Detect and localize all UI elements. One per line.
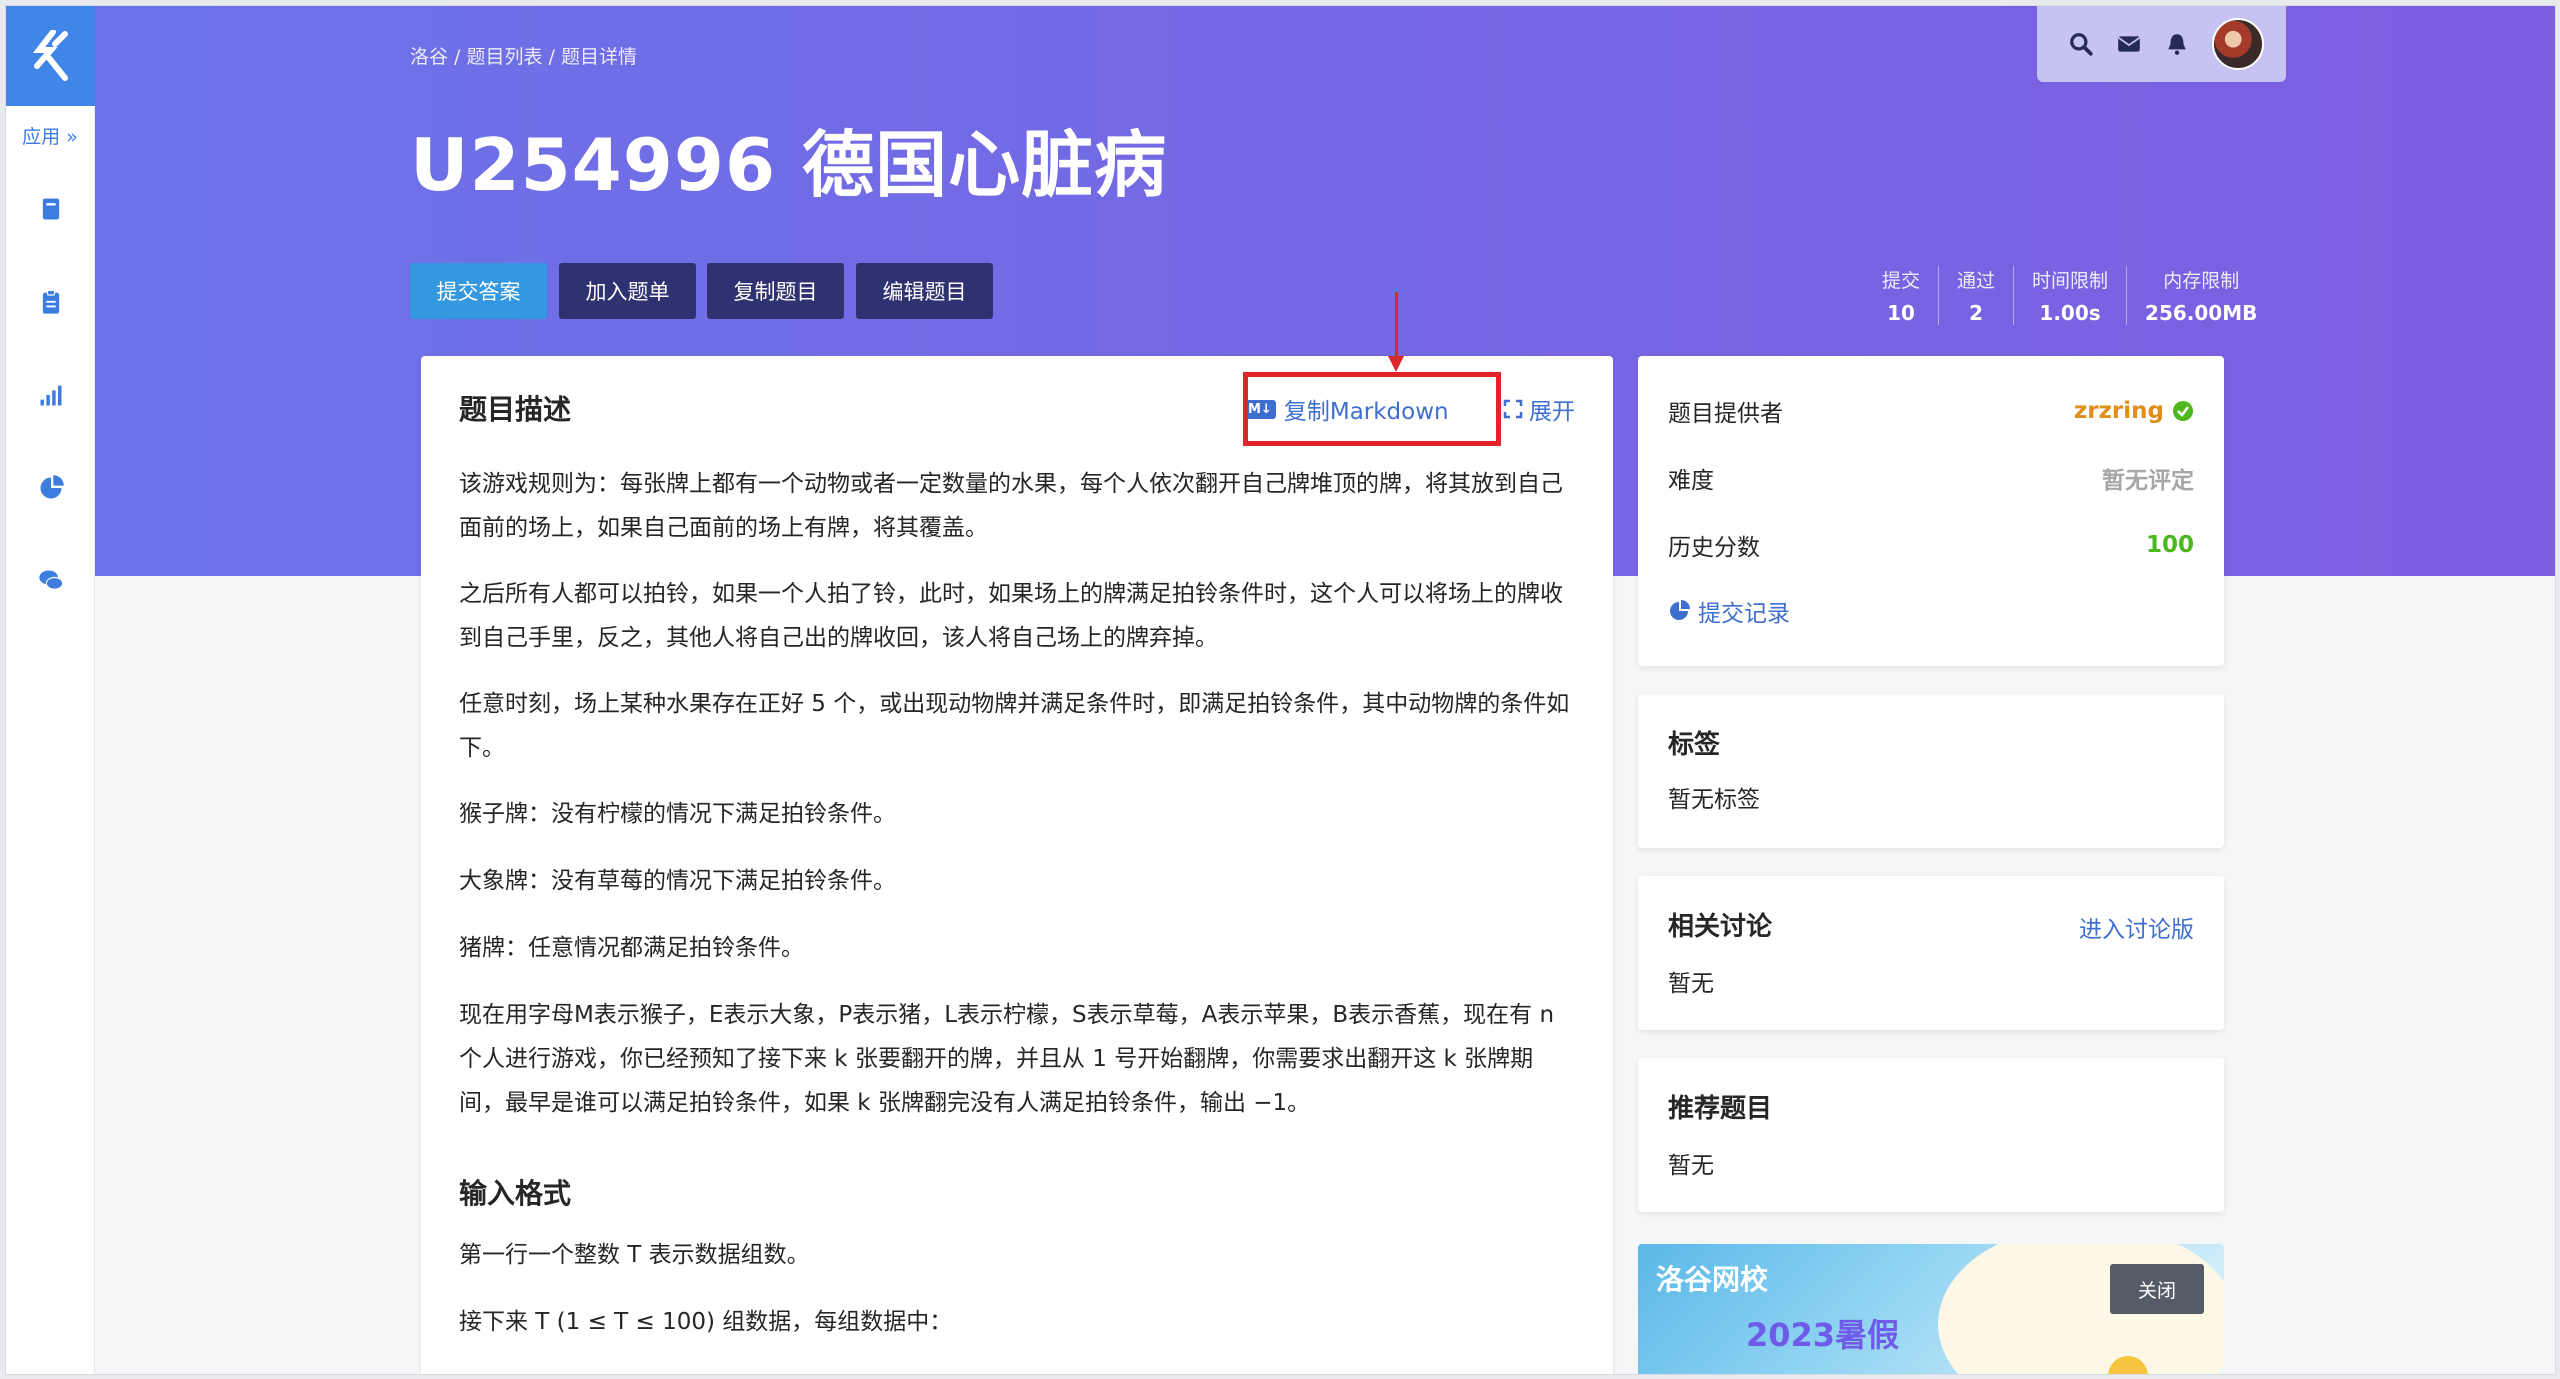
provider-label: 题目提供者 — [1668, 401, 1783, 427]
input-format-heading: 输入格式 — [459, 1177, 572, 1210]
discussion-card: 相关讨论 进入讨论版 暂无 — [1638, 876, 2224, 1030]
recommended-card: 推荐题目 暂无 — [1638, 1058, 2224, 1212]
breadcrumb-home[interactable]: 洛谷 — [410, 46, 448, 68]
breadcrumb-separator: / — [542, 46, 561, 68]
problem-card: 题目描述 M↓ 复制Markdown 展开 该游戏规则为：每张牌上都有一个动物或… — [421, 356, 1613, 1374]
problem-paragraph: 任意时刻，场上某种水果存在正好 5 个，或出现动物牌并满足条件时，即满足拍铃条件… — [459, 691, 1570, 761]
sidebar-item-stats[interactable] — [6, 468, 95, 508]
book-icon — [42, 198, 59, 220]
annotation-arrow-head — [1388, 356, 1404, 372]
browser-frame: 应用 » 洛谷 / 题目列表 / 题目详情 U254996 德国心脏病 提交答案… — [5, 5, 2556, 1375]
recommended-empty-text: 暂无 — [1668, 1153, 1714, 1179]
expand-label: 展开 — [1529, 399, 1575, 425]
stat-label: 提交 — [1882, 270, 1921, 292]
pie-chart-icon — [40, 475, 64, 499]
copy-problem-button[interactable]: 复制题目 — [707, 263, 844, 319]
sidebar-item-ranking[interactable] — [6, 375, 95, 415]
input-paragraph: 第一行一个整数 T 表示数据组数。 — [459, 1242, 810, 1268]
submission-records-link[interactable]: 提交记录 — [1668, 594, 2194, 628]
stat-value: 2 — [1969, 301, 1983, 325]
difficulty-label: 难度 — [1668, 468, 1714, 494]
provider-link[interactable]: zrzring — [2074, 398, 2194, 424]
tags-card: 标签 暂无标签 — [1638, 694, 2224, 848]
sidebar-item-problems[interactable] — [6, 189, 95, 229]
luogu-logo-icon — [32, 30, 68, 81]
enter-discussion-link[interactable]: 进入讨论版 — [2079, 910, 2194, 944]
ad-close-button[interactable]: 关闭 — [2110, 1264, 2204, 1314]
top-toolbar — [2037, 6, 2286, 82]
input-paragraph: 接下来 T (1 ≤ T ≤ 100) 组数据，每组数据中： — [459, 1309, 953, 1335]
problem-description-heading: 题目描述 — [459, 393, 572, 426]
stat-label: 时间限制 — [2032, 270, 2109, 292]
stat-memory-limit: 内存限制 256.00MB — [2126, 266, 2275, 325]
expand-button[interactable]: 展开 — [1503, 392, 1575, 426]
stat-value: 256.00MB — [2145, 301, 2258, 325]
info-row-score: 历史分数 100 — [1668, 528, 2194, 562]
stat-accepted: 通过 2 — [1938, 266, 2013, 325]
info-row-difficulty: 难度 暂无评定 — [1668, 461, 2194, 495]
problem-paragraph: 现在用字母M表示猴子，E表示大象，P表示猪，L表示柠檬，S表示草莓，A表示苹果，… — [459, 1002, 1555, 1116]
app-menu-toggle[interactable]: 应用 » — [6, 122, 94, 149]
page-title: U254996 德国心脏病 — [410, 123, 1168, 207]
breadcrumb-current: 题目详情 — [561, 46, 638, 68]
submission-records-label: 提交记录 — [1698, 601, 1790, 627]
search-icon[interactable] — [2068, 31, 2094, 57]
pie-chart-icon — [1670, 600, 1690, 620]
stat-time-limit: 时间限制 1.00s — [2013, 266, 2126, 325]
stat-label: 内存限制 — [2163, 270, 2240, 292]
ad-brand: 洛谷网校 — [1656, 1263, 1769, 1296]
luogu-logo[interactable] — [6, 6, 95, 106]
stat-submissions: 提交 10 — [1864, 266, 1938, 325]
info-row-provider: 题目提供者 zrzring — [1668, 394, 2194, 428]
provider-name: zrzring — [2073, 398, 2164, 424]
expand-icon — [1503, 399, 1523, 419]
ad-headline: 2023暑假 — [1746, 1316, 1900, 1354]
submit-answer-button[interactable]: 提交答案 — [410, 263, 547, 319]
ad-banner[interactable]: 洛谷网校 2023暑假 关闭 — [1638, 1244, 2224, 1374]
user-avatar[interactable] — [2212, 18, 2264, 70]
tags-empty-text: 暂无标签 — [1668, 787, 1760, 813]
stat-value: 10 — [1887, 301, 1915, 325]
score-label: 历史分数 — [1668, 535, 1760, 561]
discussion-empty-text: 暂无 — [1668, 971, 1714, 997]
breadcrumb-separator: / — [448, 46, 467, 68]
verified-check-icon — [2173, 401, 2193, 421]
problem-stats: 提交 10 通过 2 时间限制 1.00s 内存限制 256.00MB — [1864, 266, 2275, 325]
problem-paragraph: 猴子牌：没有柠檬的情况下满足拍铃条件。 — [459, 801, 896, 827]
stat-value: 1.00s — [2039, 301, 2101, 325]
tags-title: 标签 — [1668, 730, 1721, 760]
stat-label: 通过 — [1957, 270, 1996, 292]
difficulty-value: 暂无评定 — [2102, 468, 2194, 494]
problem-info-card: 题目提供者 zrzring 难度 暂无评定 历史分数 100 提交记录 — [1638, 356, 2224, 666]
recommended-title: 推荐题目 — [1668, 1094, 1773, 1124]
annotation-highlight-box — [1243, 372, 1501, 446]
mail-icon[interactable] — [2116, 31, 2142, 57]
problem-paragraph: 之后所有人都可以拍铃，如果一个人拍了铃，此时，如果场上的牌满足拍铃条件时，这个人… — [459, 581, 1563, 651]
clipboard-icon — [42, 289, 59, 314]
comments-icon — [38, 570, 63, 590]
edit-problem-button[interactable]: 编辑题目 — [856, 263, 993, 319]
sidebar: 应用 » — [6, 6, 95, 1374]
problem-paragraph: 猪牌：任意情况都满足拍铃条件。 — [459, 935, 804, 961]
sidebar-item-tasks[interactable] — [6, 282, 95, 322]
chart-bar-icon — [40, 385, 61, 406]
add-to-list-button[interactable]: 加入题单 — [559, 263, 696, 319]
discussion-title: 相关讨论 — [1668, 912, 1773, 942]
sidebar-item-discuss[interactable] — [6, 561, 95, 601]
problem-paragraph: 该游戏规则为：每张牌上都有一个动物或者一定数量的水果，每个人依次翻开自己牌堆顶的… — [459, 471, 1563, 541]
breadcrumb-problem-list[interactable]: 题目列表 — [467, 46, 543, 68]
breadcrumb: 洛谷 / 题目列表 / 题目详情 — [410, 42, 637, 69]
score-value: 100 — [2145, 532, 2194, 558]
problem-paragraph: 大象牌：没有草莓的情况下满足拍铃条件。 — [459, 868, 896, 894]
bell-icon[interactable] — [2164, 31, 2190, 57]
